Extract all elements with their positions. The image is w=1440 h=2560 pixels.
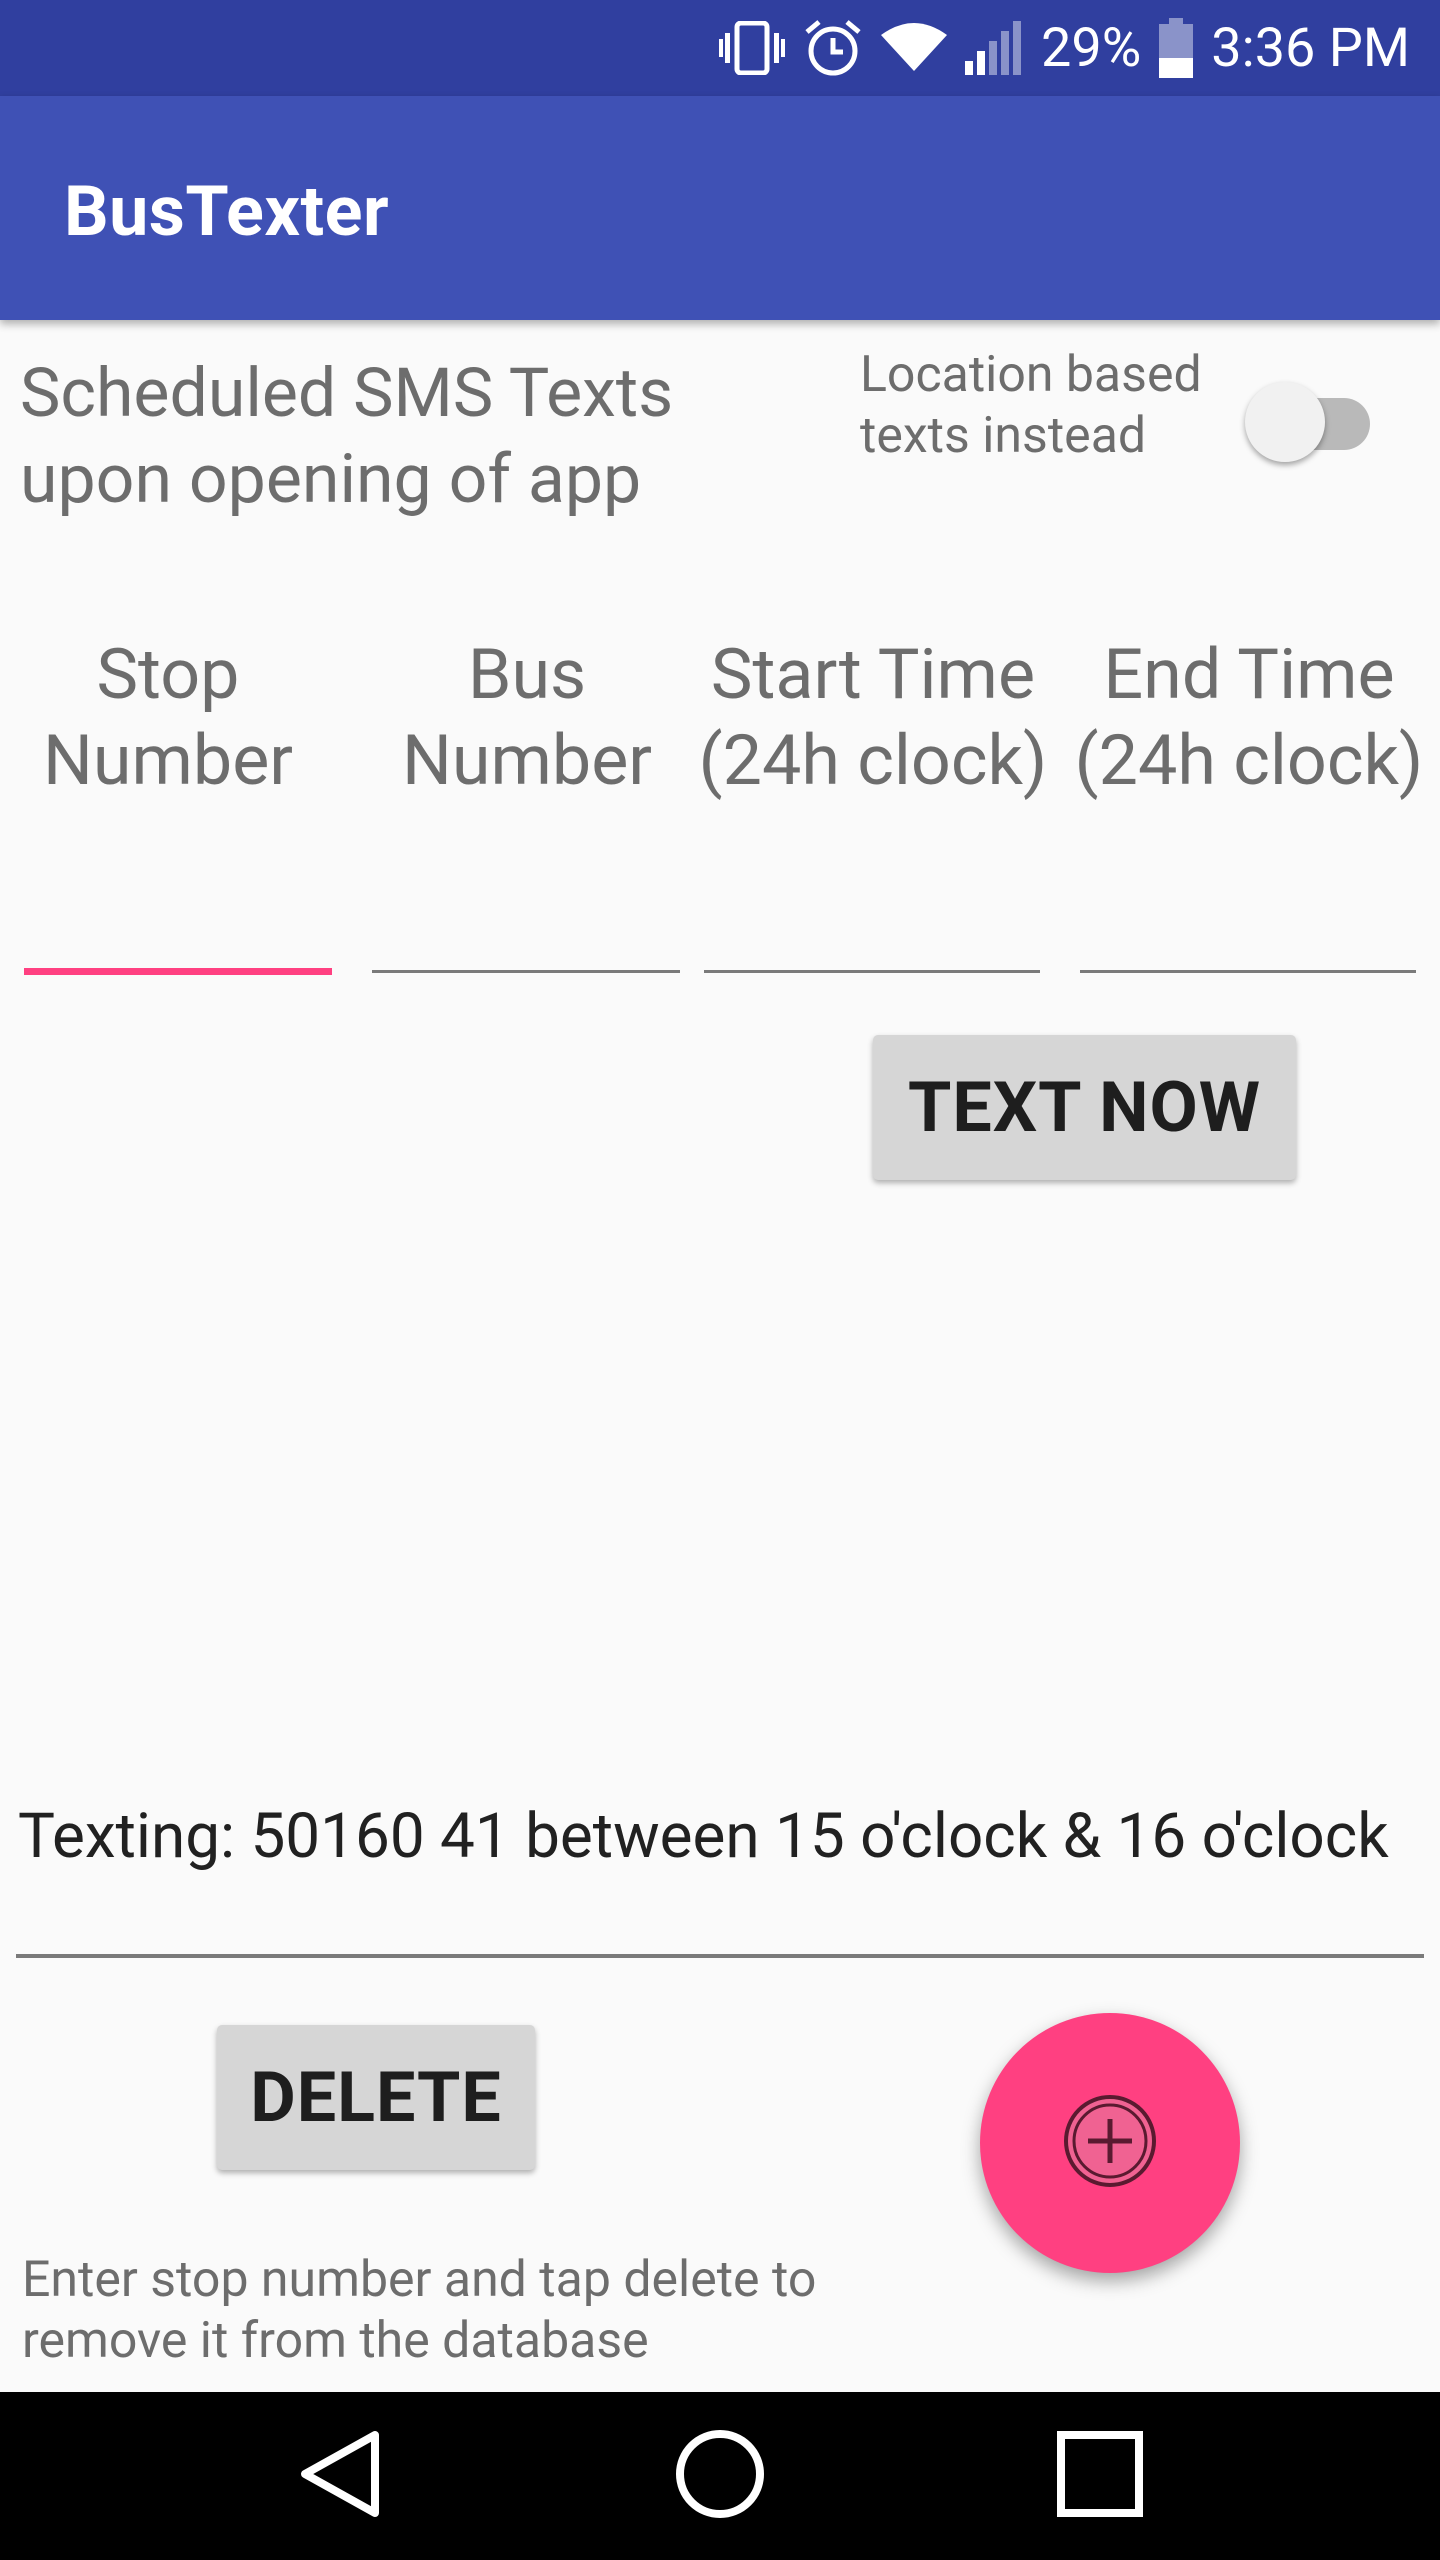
toggle-thumb <box>1245 382 1325 462</box>
home-icon <box>674 2428 766 2524</box>
status-time: 3:36 PM <box>1211 16 1410 80</box>
vibrate-icon <box>719 21 786 75</box>
stop-number-header: Stop Number <box>42 634 294 802</box>
texting-status: Texting: 50160 41 between 15 o'clock & 1… <box>18 1800 1389 1873</box>
app-title: BusTexter <box>64 171 390 253</box>
back-button[interactable] <box>240 2392 440 2560</box>
add-fab-button[interactable] <box>980 2013 1240 2273</box>
stop-number-field[interactable] <box>24 968 332 975</box>
bus-number-header: Bus Number <box>401 634 653 802</box>
start-time-field[interactable] <box>704 970 1040 973</box>
navigation-bar <box>0 2392 1440 2560</box>
wifi-icon <box>881 23 948 73</box>
status-bar: 29% 3:36 PM <box>0 0 1440 96</box>
start-time-header: Start Time (24h clock) <box>698 634 1048 802</box>
scheduled-texts-label: Scheduled SMS Texts upon opening of app <box>20 353 674 519</box>
alarm-icon <box>803 18 863 78</box>
location-based-label: Location based texts instead <box>860 346 1202 465</box>
location-toggle[interactable] <box>1245 370 1375 462</box>
bus-number-field[interactable] <box>372 970 680 973</box>
back-icon <box>295 2429 385 2523</box>
signal-icon <box>965 21 1023 75</box>
battery-icon <box>1159 18 1194 78</box>
end-time-header: End Time (24h clock) <box>1074 634 1424 802</box>
texting-divider <box>16 1954 1424 1958</box>
home-button[interactable] <box>620 2392 820 2560</box>
end-time-field[interactable] <box>1080 970 1416 973</box>
main-content: Scheduled SMS Texts upon opening of app … <box>0 320 1440 2392</box>
delete-button[interactable]: DELETE <box>217 2025 535 2170</box>
recents-icon <box>1057 2431 1143 2521</box>
battery-percent: 29% <box>1041 16 1142 80</box>
delete-helper-text: Enter stop number and tap delete to remo… <box>22 2251 817 2370</box>
recents-button[interactable] <box>1000 2392 1200 2560</box>
text-now-button[interactable]: TEXT NOW <box>873 1035 1296 1180</box>
app-bar: BusTexter <box>0 96 1440 320</box>
add-circle-icon <box>1062 2093 1158 2193</box>
